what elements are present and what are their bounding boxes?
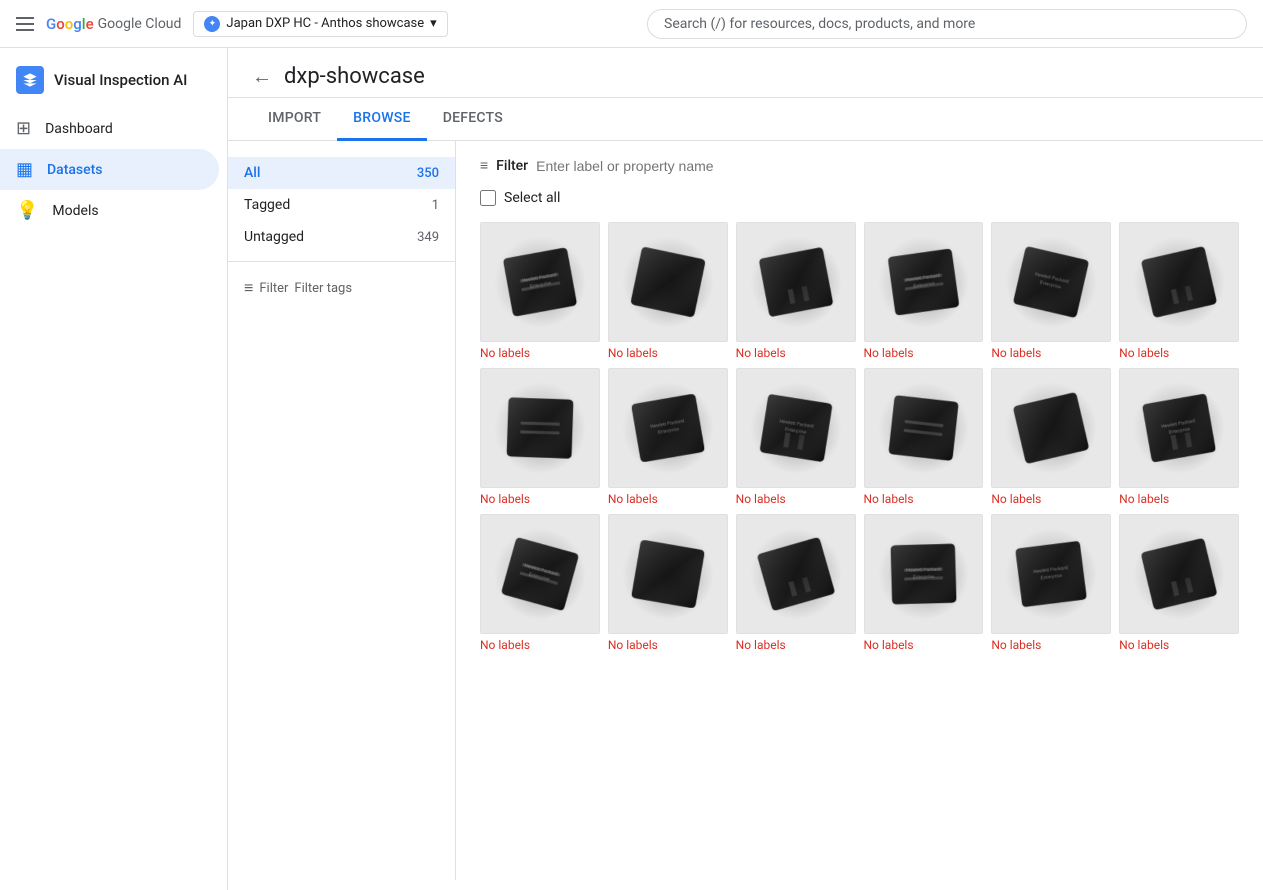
image-grid-area: ≡ Filter Select all No labelsNo labelsNo… — [456, 141, 1263, 880]
image-card[interactable]: No labels — [736, 368, 856, 506]
sidebar-item-models[interactable]: 💡 Models — [0, 190, 219, 231]
image-no-labels: No labels — [736, 346, 856, 360]
image-no-labels: No labels — [736, 638, 856, 652]
project-name: Japan DXP HC - Anthos showcase — [226, 16, 424, 31]
layout: Visual Inspection AI ⊞ Dashboard ▦ Datas… — [0, 48, 1263, 890]
chevron-down-icon: ▾ — [430, 16, 437, 31]
models-icon: 💡 — [16, 200, 38, 221]
main-content: ← dxp-showcase IMPORT BROWSE DEFECTS All… — [228, 48, 1263, 890]
filter-all[interactable]: All 350 — [228, 157, 455, 189]
image-card[interactable]: No labels — [991, 368, 1111, 506]
filter-tags-label: Filter tags — [294, 281, 352, 296]
image-card[interactable]: No labels — [480, 368, 600, 506]
image-no-labels: No labels — [480, 638, 600, 652]
app-icon — [16, 66, 44, 94]
image-no-labels: No labels — [1119, 346, 1239, 360]
sidebar-item-label: Dashboard — [45, 121, 113, 137]
search-placeholder: Search (/) for resources, docs, products… — [664, 16, 975, 32]
filter-panel: All 350 Tagged 1 Untagged 349 ≡ Filter F… — [228, 141, 456, 880]
image-card[interactable]: No labels — [991, 514, 1111, 652]
image-no-labels: No labels — [480, 492, 600, 506]
filter-input[interactable] — [536, 158, 1239, 174]
filter-all-label: All — [244, 165, 260, 181]
image-no-labels: No labels — [864, 346, 984, 360]
image-no-labels: No labels — [991, 638, 1111, 652]
dashboard-icon: ⊞ — [16, 118, 31, 139]
app-header: Visual Inspection AI — [0, 56, 227, 108]
filter-icon: ≡ — [244, 278, 253, 298]
tab-browse[interactable]: BROWSE — [337, 98, 427, 141]
image-no-labels: No labels — [480, 346, 600, 360]
filter-tagged-label: Tagged — [244, 197, 290, 213]
image-card[interactable]: No labels — [864, 368, 984, 506]
filter-untagged[interactable]: Untagged 349 — [228, 221, 455, 253]
content-area: All 350 Tagged 1 Untagged 349 ≡ Filter F… — [228, 141, 1263, 880]
image-no-labels: No labels — [864, 638, 984, 652]
image-no-labels: No labels — [736, 492, 856, 506]
select-all-row: Select all — [480, 190, 1239, 206]
select-all-checkbox[interactable] — [480, 190, 496, 206]
filter-untagged-label: Untagged — [244, 229, 304, 245]
sidebar-item-label: Models — [52, 203, 98, 219]
filter-label: Filter — [259, 281, 288, 296]
image-no-labels: No labels — [608, 492, 728, 506]
page-title: dxp-showcase — [284, 64, 425, 89]
filter-tags-row[interactable]: ≡ Filter Filter tags — [228, 270, 455, 306]
image-no-labels: No labels — [1119, 492, 1239, 506]
filter-tagged-count: 1 — [432, 198, 439, 213]
image-no-labels: No labels — [608, 638, 728, 652]
app-title: Visual Inspection AI — [54, 71, 187, 89]
sidebar-item-datasets[interactable]: ▦ Datasets — [0, 149, 219, 190]
tab-defects[interactable]: DEFECTS — [427, 98, 519, 141]
image-card[interactable]: No labels — [991, 222, 1111, 360]
tabs: IMPORT BROWSE DEFECTS — [228, 98, 1263, 141]
image-card[interactable]: No labels — [864, 514, 984, 652]
filter-all-count: 350 — [417, 166, 439, 181]
image-card[interactable]: No labels — [736, 514, 856, 652]
image-card[interactable]: No labels — [1119, 514, 1239, 652]
image-card[interactable]: No labels — [1119, 368, 1239, 506]
filter-untagged-count: 349 — [417, 230, 439, 245]
image-no-labels: No labels — [991, 492, 1111, 506]
image-no-labels: No labels — [864, 492, 984, 506]
image-card[interactable]: No labels — [608, 368, 728, 506]
tab-import[interactable]: IMPORT — [252, 98, 337, 141]
image-card[interactable]: No labels — [1119, 222, 1239, 360]
image-card[interactable]: No labels — [608, 222, 728, 360]
sidebar-item-dashboard[interactable]: ⊞ Dashboard — [0, 108, 219, 149]
image-card[interactable]: No labels — [864, 222, 984, 360]
cloud-label: Google Cloud — [98, 16, 182, 32]
select-all-label: Select all — [504, 190, 560, 206]
datasets-icon: ▦ — [16, 159, 33, 180]
project-selector[interactable]: ✦ Japan DXP HC - Anthos showcase ▾ — [193, 11, 447, 37]
image-card[interactable]: No labels — [480, 514, 600, 652]
image-card[interactable]: No labels — [736, 222, 856, 360]
image-no-labels: No labels — [991, 346, 1111, 360]
filter-bar-label: Filter — [496, 158, 528, 174]
image-no-labels: No labels — [608, 346, 728, 360]
sidebar: Visual Inspection AI ⊞ Dashboard ▦ Datas… — [0, 48, 228, 890]
search-bar[interactable]: Search (/) for resources, docs, products… — [647, 9, 1247, 39]
image-grid: No labels No labels No labels No labels No l… — [480, 222, 1239, 652]
image-card[interactable]: No labels — [608, 514, 728, 652]
image-no-labels: No labels — [1119, 638, 1239, 652]
google-cloud-logo: Google Google Cloud — [46, 15, 181, 33]
filter-tagged[interactable]: Tagged 1 — [228, 189, 455, 221]
topbar: Google Google Cloud ✦ Japan DXP HC - Ant… — [0, 0, 1263, 48]
image-card[interactable]: No labels — [480, 222, 600, 360]
page-header: ← dxp-showcase — [228, 48, 1263, 98]
filter-bar: ≡ Filter — [480, 157, 1239, 174]
project-icon: ✦ — [204, 16, 220, 32]
menu-button[interactable] — [16, 17, 34, 31]
sidebar-item-label: Datasets — [47, 162, 102, 178]
filter-bar-icon: ≡ — [480, 157, 488, 174]
back-button[interactable]: ← — [252, 64, 272, 89]
